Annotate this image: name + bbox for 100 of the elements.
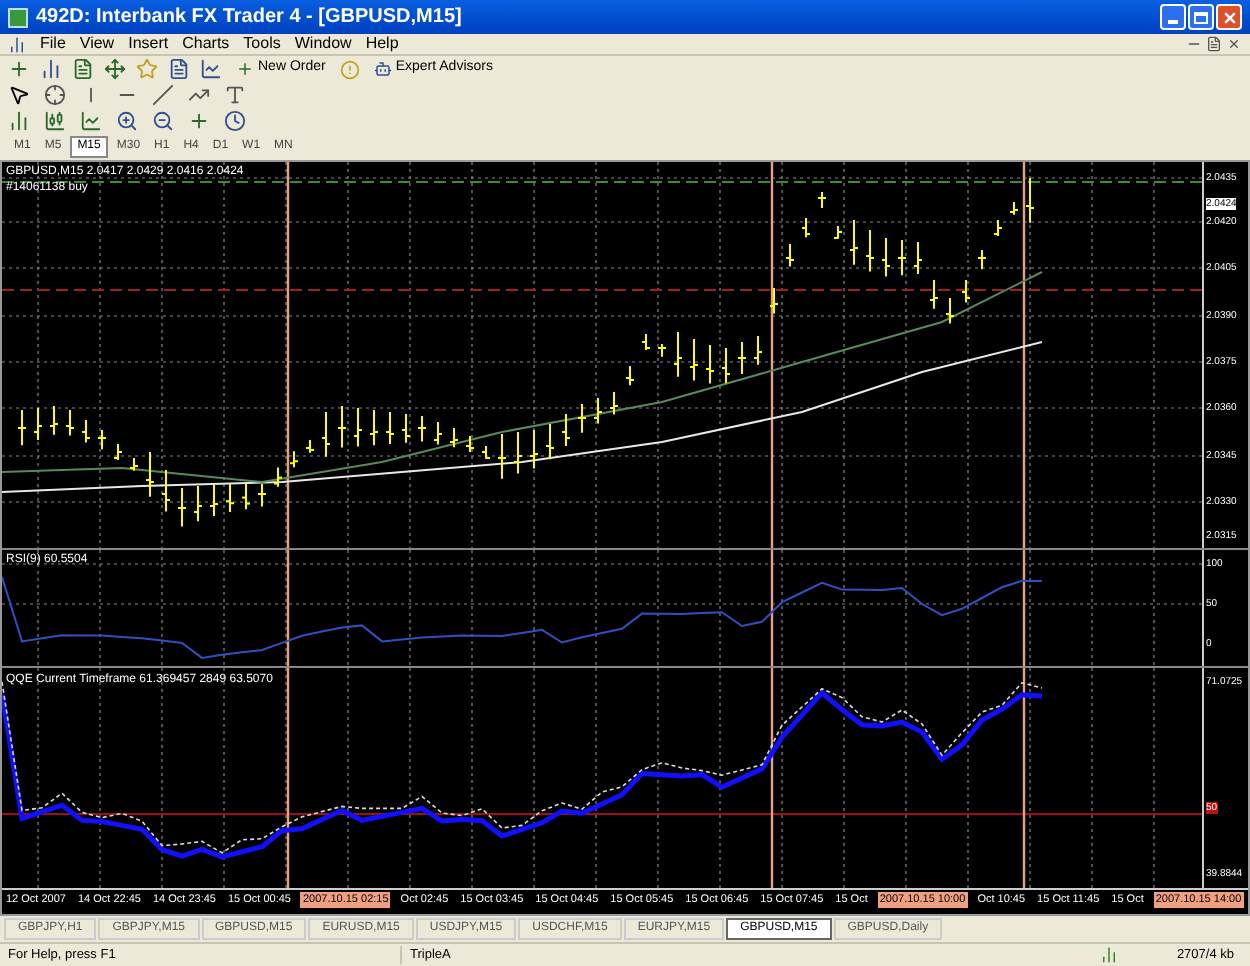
minimize-button[interactable] <box>1160 4 1186 30</box>
menu-item[interactable]: Insert <box>128 32 169 56</box>
move-icon[interactable] <box>104 58 126 80</box>
price-bar <box>17 409 27 447</box>
price-bar <box>817 191 827 209</box>
price-bar <box>529 429 539 470</box>
price-bar <box>113 443 123 461</box>
price-bar <box>177 487 187 528</box>
crosshair-icon[interactable] <box>44 84 66 106</box>
channel-icon[interactable] <box>188 84 210 106</box>
price-bar <box>33 407 43 441</box>
close-button[interactable] <box>1216 4 1242 30</box>
price-bar <box>849 219 859 266</box>
price-bar <box>769 287 779 315</box>
price-bar <box>1009 201 1019 216</box>
price-bar <box>449 427 459 449</box>
price-bar <box>513 431 523 475</box>
price-bar <box>625 365 635 387</box>
page-icon[interactable] <box>72 58 94 80</box>
window-title: 492D: Interbank FX Trader 4 - [GBPUSD,M15] <box>36 4 462 32</box>
price-bar <box>1025 177 1035 224</box>
price-bar <box>689 338 699 382</box>
price-bar <box>305 439 315 454</box>
menu-item[interactable]: Help <box>365 32 399 56</box>
candlestick-icon[interactable] <box>44 110 66 132</box>
bar-chart-icon[interactable] <box>8 110 30 132</box>
price-bar <box>161 469 171 513</box>
price-bar <box>913 241 923 275</box>
price-bar <box>337 405 347 449</box>
price-bar <box>65 409 75 437</box>
price-bar <box>737 341 747 375</box>
text-icon[interactable] <box>224 84 246 106</box>
price-bar <box>97 429 107 451</box>
maximize-icon <box>1194 11 1208 23</box>
star-icon[interactable] <box>136 58 158 80</box>
price-bar <box>401 413 411 444</box>
connection-icon <box>1100 946 1118 964</box>
price-bar <box>657 343 667 358</box>
zoom-in-icon[interactable] <box>116 110 138 132</box>
price-bar <box>497 433 507 480</box>
price-bar <box>369 409 379 447</box>
menu-item[interactable]: Window <box>294 32 352 56</box>
minimize-icon <box>1168 20 1178 24</box>
new-chart-icon[interactable] <box>8 58 30 80</box>
robot-icon <box>373 60 392 78</box>
price-bar <box>753 335 763 366</box>
price-bar <box>945 297 955 325</box>
price-bar <box>241 482 251 511</box>
indicator-icon[interactable] <box>188 110 210 132</box>
price-bar <box>977 249 987 271</box>
price-bar <box>801 217 811 239</box>
price-bar <box>289 450 299 469</box>
price-bar <box>897 239 907 277</box>
tester-icon[interactable] <box>200 58 222 80</box>
price-bar <box>273 466 283 488</box>
price-bar <box>545 423 555 461</box>
window-icon[interactable] <box>168 58 190 80</box>
price-bar <box>209 483 219 517</box>
clock-icon[interactable] <box>224 110 246 132</box>
chart-icon[interactable] <box>40 58 62 80</box>
line-chart-icon[interactable] <box>80 110 102 132</box>
menu-item[interactable]: View <box>79 32 115 56</box>
price-bar <box>417 415 427 443</box>
document-icon <box>8 35 26 53</box>
price-bar <box>193 485 203 523</box>
price-bar <box>833 225 843 240</box>
trendline-icon[interactable] <box>152 84 174 106</box>
price-bar <box>609 391 619 416</box>
cursor-icon[interactable] <box>8 84 30 106</box>
restore-icon[interactable] <box>1206 36 1222 52</box>
plus-icon <box>236 60 254 78</box>
menu-item[interactable]: Charts <box>182 32 230 56</box>
price-bar <box>433 421 443 446</box>
price-bar <box>129 457 139 472</box>
price-bar <box>641 333 651 351</box>
price-bar <box>577 403 587 434</box>
price-bar <box>49 405 59 436</box>
price-bar <box>673 331 683 378</box>
price-bar <box>561 413 571 447</box>
price-bar <box>961 279 971 304</box>
price-bar <box>593 397 603 425</box>
price-bar <box>385 411 395 445</box>
app-icon <box>8 7 28 27</box>
price-bar <box>81 419 91 444</box>
price-bar <box>465 435 475 453</box>
menu-item[interactable]: File <box>40 32 66 56</box>
price-bar <box>721 347 731 385</box>
price-bar <box>881 237 891 278</box>
price-bar <box>929 279 939 310</box>
price-bar <box>321 411 331 458</box>
maximize-button[interactable] <box>1188 4 1214 30</box>
price-bar <box>225 482 235 513</box>
zoom-out-icon[interactable] <box>152 110 174 132</box>
price-bar <box>353 407 363 448</box>
price-bar <box>993 219 1003 237</box>
menu-item[interactable]: Tools <box>243 32 281 56</box>
price-bar <box>705 344 715 385</box>
price-bar <box>145 451 155 498</box>
price-bar <box>865 229 875 273</box>
price-bar <box>785 243 795 268</box>
